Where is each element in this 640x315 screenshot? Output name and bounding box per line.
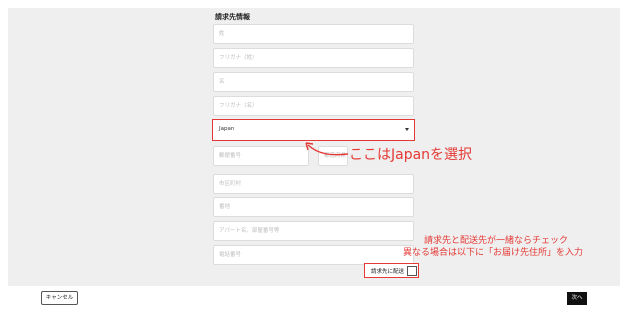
city-placeholder: 市区町村: [219, 181, 242, 187]
country-select-value: Japan: [219, 126, 235, 132]
billing-same-label: 請求先に配送: [371, 269, 405, 275]
first-name-kana-placeholder: フリガナ（名）: [219, 103, 258, 109]
apartment-field[interactable]: アパート名、部屋番号等: [213, 221, 414, 241]
country-select[interactable]: Japan: [212, 119, 415, 141]
billing-same-as-shipping[interactable]: 請求先に配送: [364, 263, 419, 278]
billing-same-checkbox[interactable]: [407, 266, 417, 276]
section-title: 請求先情報: [215, 13, 250, 21]
cancel-button[interactable]: キャンセル: [41, 291, 78, 305]
street-field[interactable]: 番地: [213, 197, 414, 217]
postal-code-placeholder: 郵便番号: [219, 153, 242, 159]
last-name-kana-placeholder: フリガナ（姓）: [219, 55, 258, 61]
last-name-kana-field[interactable]: フリガナ（姓）: [213, 48, 414, 68]
apartment-placeholder: アパート名、部屋番号等: [219, 228, 280, 234]
postal-code-field[interactable]: 郵便番号: [213, 146, 309, 166]
first-name-placeholder: 名: [219, 79, 225, 85]
first-name-kana-field[interactable]: フリガナ（名）: [213, 96, 414, 116]
next-button[interactable]: 次へ: [567, 292, 587, 305]
phone-field[interactable]: 電話番号: [213, 245, 414, 265]
street-placeholder: 番地: [219, 204, 231, 210]
country-annotation: ここはJapanを選択: [349, 147, 473, 163]
checkbox-annotation-line2: 異なる場合は以下に「お届け先住所」を入力: [403, 248, 584, 258]
first-name-field[interactable]: 名: [213, 72, 414, 92]
phone-placeholder: 電話番号: [219, 252, 242, 258]
last-name-placeholder: 姓: [219, 31, 225, 37]
last-name-field[interactable]: 姓: [213, 24, 414, 44]
city-field[interactable]: 市区町村: [213, 174, 414, 194]
chevron-down-icon: [405, 128, 409, 131]
